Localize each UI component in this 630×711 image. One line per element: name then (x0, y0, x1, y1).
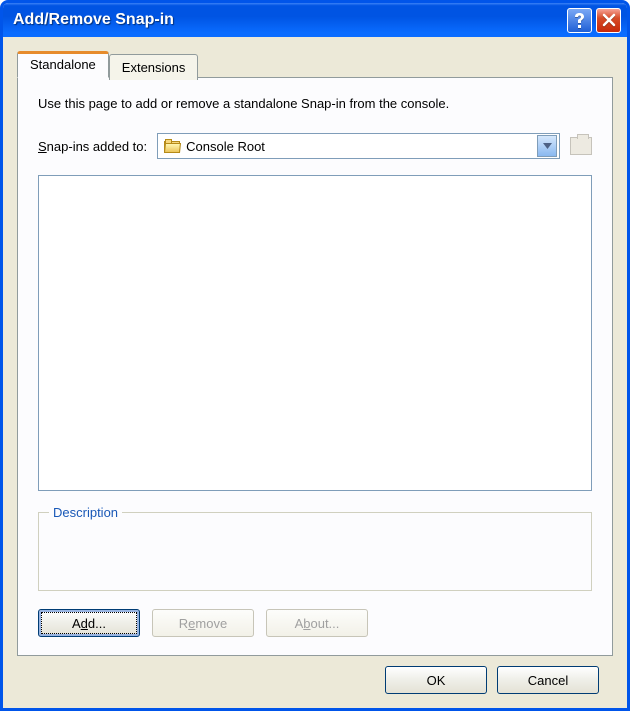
dialog-window: Add/Remove Snap-in Standalone Extensions (0, 0, 630, 711)
combo-dropdown-button[interactable] (537, 135, 557, 157)
titlebar-buttons (567, 8, 621, 33)
added-to-combo[interactable]: Console Root (157, 133, 560, 159)
tab-extensions-label: Extensions (122, 60, 186, 75)
titlebar: Add/Remove Snap-in (3, 3, 627, 37)
close-button[interactable] (596, 8, 621, 33)
action-button-row: Add... Remove About... (38, 609, 592, 637)
remove-button: Remove (152, 609, 254, 637)
description-legend: Description (49, 505, 122, 520)
dialog-body: Standalone Extensions Use this page to a… (3, 37, 627, 708)
intro-text: Use this page to add or remove a standal… (38, 96, 592, 111)
tab-standalone-label: Standalone (30, 57, 96, 72)
tab-standalone[interactable]: Standalone (17, 51, 109, 78)
combo-value: Console Root (186, 139, 531, 154)
footer-buttons: OK Cancel (17, 656, 613, 694)
snapins-list[interactable] (38, 175, 592, 491)
help-icon (573, 12, 586, 29)
tab-extensions[interactable]: Extensions (109, 54, 199, 80)
add-button[interactable]: Add... (38, 609, 140, 637)
close-icon (602, 13, 616, 27)
added-to-label: Snap-ins added to: (38, 139, 147, 154)
window-title: Add/Remove Snap-in (13, 11, 567, 29)
tab-strip: Standalone Extensions (17, 51, 613, 77)
chevron-down-icon (543, 143, 552, 149)
added-to-row: Snap-ins added to: Console Root (38, 133, 592, 159)
help-button[interactable] (567, 8, 592, 33)
description-group: Description (38, 505, 592, 591)
tab-panel-standalone: Use this page to add or remove a standal… (17, 77, 613, 656)
folder-icon (164, 139, 180, 153)
briefcase-icon (570, 137, 592, 155)
about-button: About... (266, 609, 368, 637)
cancel-button[interactable]: Cancel (497, 666, 599, 694)
ok-button[interactable]: OK (385, 666, 487, 694)
